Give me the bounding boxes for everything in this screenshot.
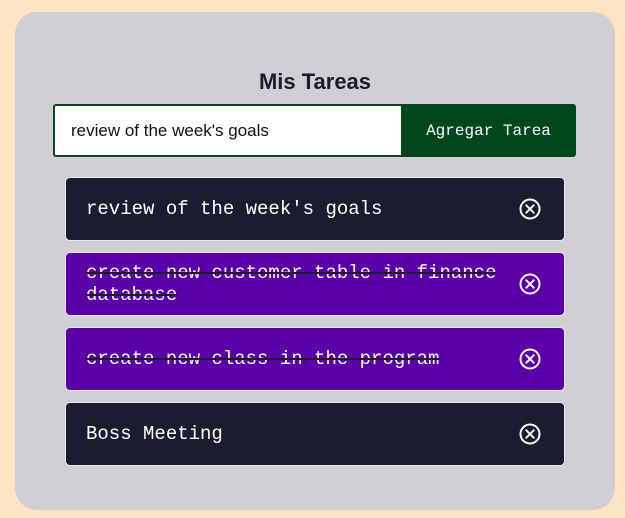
add-task-button[interactable]: Agregar Tarea: [401, 104, 576, 157]
task-text: review of the week's goals: [86, 198, 383, 220]
circle-x-icon[interactable]: [518, 197, 542, 221]
add-task-form: Agregar Tarea: [53, 104, 576, 157]
task-item[interactable]: review of the week's goals: [65, 177, 565, 241]
task-item[interactable]: create new class in the program: [65, 327, 565, 391]
task-text: Boss Meeting: [86, 423, 223, 445]
circle-x-icon[interactable]: [518, 347, 542, 371]
task-item[interactable]: Boss Meeting: [65, 402, 565, 466]
task-input[interactable]: [53, 104, 401, 157]
task-text: create new customer table in finance dat…: [86, 262, 497, 306]
circle-x-icon[interactable]: [518, 272, 542, 296]
todo-card: Mis Tareas Agregar Tarea review of the w…: [15, 12, 615, 510]
task-text: create new class in the program: [86, 348, 440, 370]
page-title: Mis Tareas: [258, 69, 372, 94]
task-list: review of the week's goals create new cu…: [65, 177, 565, 477]
circle-x-icon[interactable]: [518, 422, 542, 446]
task-item[interactable]: create new customer table in finance dat…: [65, 252, 565, 316]
